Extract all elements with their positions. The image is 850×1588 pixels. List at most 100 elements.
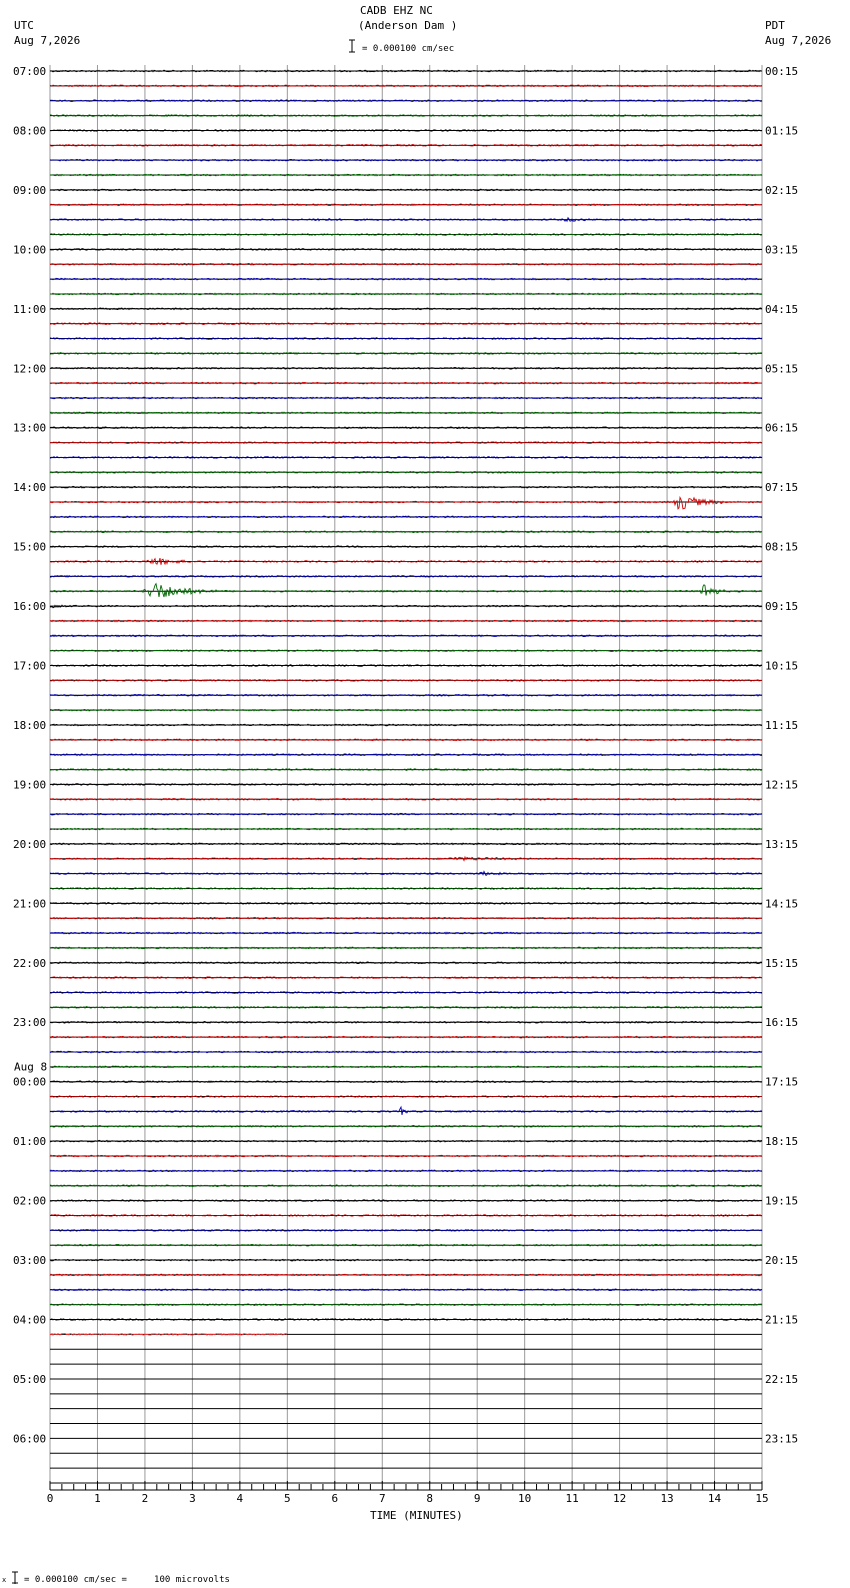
pdt-hour-label: 22:15 bbox=[765, 1373, 798, 1386]
seismic-trace bbox=[49, 812, 763, 816]
seismic-trace bbox=[49, 69, 763, 73]
pdt-hour-label: 01:15 bbox=[765, 124, 798, 137]
seismic-trace bbox=[49, 411, 763, 415]
x-tick-label: 4 bbox=[237, 1492, 244, 1505]
trace-lines bbox=[49, 69, 763, 1484]
x-tick-label: 3 bbox=[189, 1492, 196, 1505]
seismic-trace bbox=[49, 277, 763, 281]
seismic-trace bbox=[49, 723, 763, 727]
seismogram-plot: CADB EHZ NC (Anderson Dam ) = 0.000100 c… bbox=[0, 0, 850, 1588]
x-tick-label: 11 bbox=[566, 1492, 579, 1505]
x-tick-label: 13 bbox=[660, 1492, 673, 1505]
utc-time-labels: 07:00 08:00 09:00 10:00 11:00 12:00 13:00 14:00… bbox=[13, 65, 47, 1445]
x-tick-label: 15 bbox=[755, 1492, 768, 1505]
utc-hour-label: 00:00 bbox=[13, 1076, 46, 1089]
left-timezone: UTC bbox=[14, 19, 34, 32]
seismic-trace bbox=[49, 663, 763, 668]
utc-hour-label: 17:00 bbox=[13, 660, 46, 673]
x-tick-label: 6 bbox=[331, 1492, 338, 1505]
seismic-trace bbox=[49, 901, 763, 905]
seismic-trace bbox=[49, 693, 763, 697]
pdt-hour-label: 20:15 bbox=[765, 1254, 798, 1267]
pdt-hour-label: 09:15 bbox=[765, 600, 798, 613]
x-tick-label: 0 bbox=[47, 1492, 54, 1505]
footer-marker: x bbox=[2, 1576, 6, 1584]
vertical-gridlines bbox=[49, 65, 763, 1483]
seismic-trace bbox=[49, 485, 763, 489]
utc-date-change-label: Aug 8 bbox=[14, 1061, 47, 1074]
pdt-hour-label: 16:15 bbox=[765, 1016, 798, 1029]
pdt-hour-label: 05:15 bbox=[765, 362, 798, 375]
seismic-trace bbox=[50, 232, 763, 237]
utc-hour-label: 15:00 bbox=[13, 541, 46, 554]
utc-hour-label: 12:00 bbox=[13, 362, 46, 375]
scale-bar-icon bbox=[349, 39, 355, 53]
calibration-text: = 0.000100 cm/sec = 100 microvolts bbox=[24, 1575, 230, 1584]
seismic-trace bbox=[49, 440, 763, 445]
utc-hour-label: 01:00 bbox=[13, 1135, 46, 1148]
seismic-trace bbox=[49, 1199, 763, 1203]
pdt-hour-label: 10:15 bbox=[765, 660, 798, 673]
utc-hour-label: 19:00 bbox=[13, 778, 46, 791]
x-tick-label: 12 bbox=[613, 1492, 626, 1505]
seismic-trace bbox=[49, 495, 763, 510]
calibration-icon bbox=[12, 1571, 18, 1584]
seismic-trace bbox=[49, 158, 763, 162]
right-timezone: PDT bbox=[765, 19, 785, 32]
utc-hour-label: 05:00 bbox=[13, 1373, 46, 1386]
utc-hour-label: 07:00 bbox=[13, 65, 46, 78]
seismic-trace bbox=[49, 396, 763, 400]
pdt-hour-label: 21:15 bbox=[765, 1314, 798, 1327]
utc-hour-label: 13:00 bbox=[13, 422, 46, 435]
pdt-hour-label: 04:15 bbox=[765, 303, 798, 316]
x-axis: 0 1 2 3 4 5 6 7 8 9 10 11 12 13 14 15 bbox=[47, 1481, 769, 1505]
x-axis-label: TIME (MINUTES) bbox=[370, 1509, 463, 1522]
right-date: Aug 7,2026 bbox=[765, 34, 831, 47]
utc-hour-label: 23:00 bbox=[13, 1016, 46, 1029]
seismic-trace bbox=[49, 931, 763, 935]
seismic-trace bbox=[49, 203, 763, 207]
utc-hour-label: 11:00 bbox=[13, 303, 46, 316]
pdt-hour-label: 08:15 bbox=[765, 541, 798, 554]
utc-hour-label: 18:00 bbox=[13, 719, 46, 732]
seismic-trace bbox=[49, 1020, 763, 1024]
pdt-hour-label: 02:15 bbox=[765, 184, 798, 197]
x-tick-label: 10 bbox=[518, 1492, 531, 1505]
utc-hour-label: 02:00 bbox=[13, 1195, 46, 1208]
pdt-hour-label: 03:15 bbox=[765, 243, 798, 256]
seismic-trace bbox=[49, 1080, 763, 1084]
utc-hour-label: 20:00 bbox=[13, 838, 46, 851]
seismic-trace bbox=[49, 961, 763, 965]
utc-hour-label: 06:00 bbox=[13, 1432, 46, 1445]
seismic-trace bbox=[49, 1184, 763, 1188]
utc-hour-label: 10:00 bbox=[13, 243, 46, 256]
utc-hour-label: 16:00 bbox=[13, 600, 46, 613]
pdt-hour-label: 11:15 bbox=[765, 719, 798, 732]
utc-hour-label: 22:00 bbox=[13, 957, 46, 970]
pdt-hour-label: 14:15 bbox=[765, 897, 798, 910]
pdt-hour-label: 12:15 bbox=[765, 778, 798, 791]
pdt-hour-label: 07:15 bbox=[765, 481, 798, 494]
seismic-trace bbox=[49, 886, 763, 891]
seismic-trace bbox=[49, 1332, 288, 1336]
station-location: (Anderson Dam ) bbox=[358, 19, 457, 32]
seismic-trace bbox=[50, 708, 763, 712]
x-tick-label: 2 bbox=[142, 1492, 149, 1505]
pdt-time-labels: 00:15 01:15 02:15 03:15 04:15 05:15 06:15 07:15… bbox=[765, 65, 798, 1445]
pdt-hour-label: 19:15 bbox=[765, 1195, 798, 1208]
seismic-trace bbox=[49, 649, 763, 653]
seismic-trace bbox=[50, 990, 763, 995]
pdt-hour-label: 18:15 bbox=[765, 1135, 798, 1148]
pdt-hour-label: 00:15 bbox=[765, 65, 798, 78]
station-title: CADB EHZ NC bbox=[360, 4, 433, 17]
pdt-hour-label: 13:15 bbox=[765, 838, 798, 851]
scale-text: = 0.000100 cm/sec bbox=[362, 44, 454, 54]
left-date: Aug 7,2026 bbox=[14, 34, 80, 47]
seismic-trace bbox=[49, 188, 763, 192]
utc-hour-label: 09:00 bbox=[13, 184, 46, 197]
seismic-trace bbox=[49, 678, 763, 682]
seismic-trace bbox=[49, 582, 763, 598]
utc-hour-label: 03:00 bbox=[13, 1254, 46, 1267]
seismic-trace bbox=[49, 1154, 763, 1158]
x-tick-label: 8 bbox=[426, 1492, 433, 1505]
